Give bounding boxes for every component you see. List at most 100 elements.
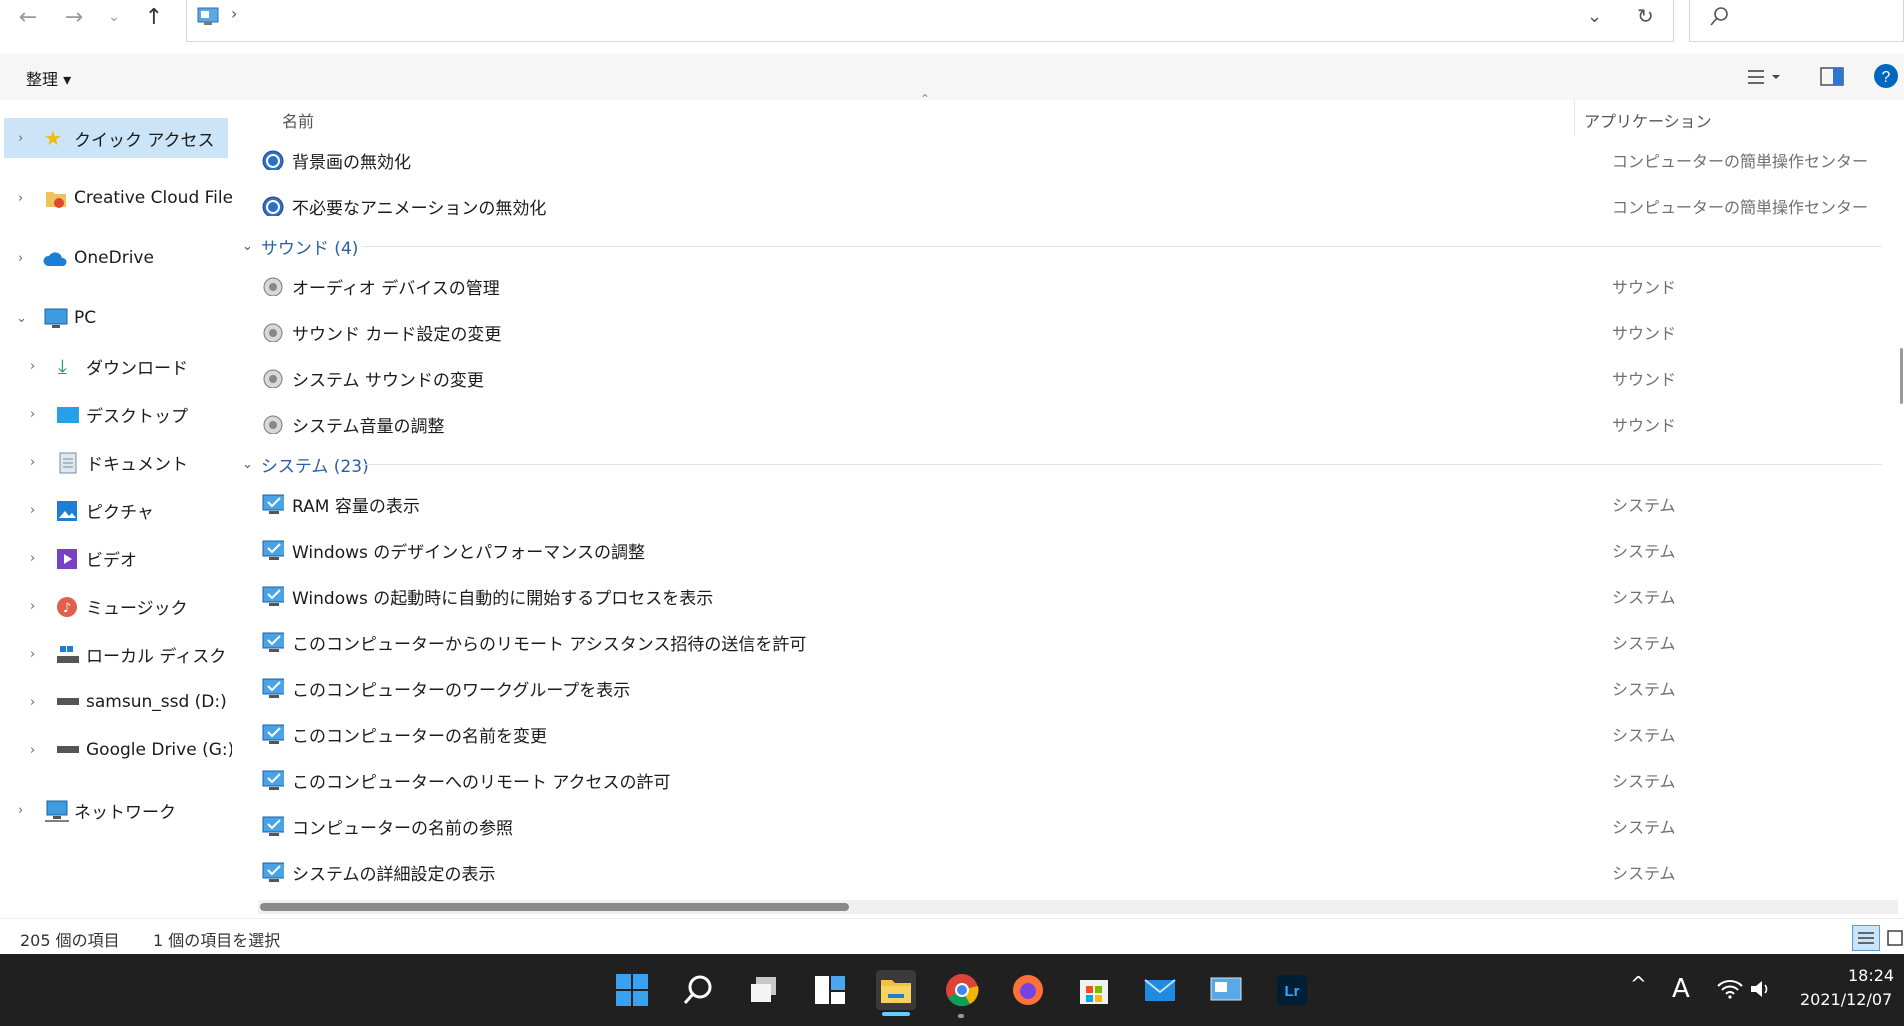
list-item[interactable]: サウンド カード設定の変更 サウンド [260,312,1890,352]
organize-menu-button[interactable]: 整理 ▾ [26,66,71,90]
list-item[interactable]: コンピューターの名前の参照 システム [260,806,1890,846]
star-icon: ★ [44,126,62,150]
nav-item-pc[interactable]: ⌄ PC [0,298,228,338]
nav-item-desktop[interactable]: › デスクトップ [0,394,228,434]
lightroom-button[interactable]: Lr [1272,970,1312,1010]
chevron-right-icon[interactable]: › [18,251,23,266]
nav-item-network[interactable]: › ネットワーク [0,790,228,830]
document-icon [59,452,77,474]
refresh-icon[interactable]: ↻ [1637,4,1654,28]
column-divider[interactable] [1574,100,1575,136]
nav-item-google-drive[interactable]: › Google Drive (G:) [0,730,234,770]
chevron-right-icon[interactable]: › [30,359,35,374]
address-field[interactable]: › ⌄ ↻ [186,0,1674,42]
system-monitor-icon [262,862,284,882]
large-icons-view-icon[interactable] [1886,927,1904,949]
list-item[interactable]: Windows のデザインとパフォーマンスの調整 システム [260,530,1890,570]
list-item[interactable]: 不必要なアニメーションの無効化 コンピューターの簡単操作センター [260,186,1890,226]
task-view-button[interactable] [744,970,784,1010]
chevron-right-icon[interactable]: › [30,647,35,662]
list-item[interactable]: システム音量の調整 サウンド [260,404,1890,444]
ease-of-access-icon [262,150,284,170]
wifi-icon[interactable] [1716,978,1744,1000]
column-header-application[interactable]: アプリケーション [1584,108,1712,132]
nav-item-music[interactable]: › ♪ ミュージック [0,586,228,626]
item-application: システム [1612,818,1676,837]
mail-button[interactable] [1140,970,1180,1010]
nav-item-label: Creative Cloud Files [74,188,242,208]
preview-pane-icon[interactable] [1820,66,1844,88]
item-name: サウンド カード設定の変更 [292,324,502,345]
chevron-down-icon[interactable]: ⌄ [16,311,27,326]
system-monitor-icon [262,586,284,606]
chevron-right-icon[interactable]: › [30,695,35,710]
item-name: システムの詳細設定の表示 [292,864,496,885]
column-header-name[interactable]: 名前 [282,108,314,132]
group-header-sound[interactable]: ⌄ サウンド (4) [242,232,358,260]
clock-time[interactable]: 18:24 [1848,966,1894,985]
list-item[interactable]: Windows の起動時に自動的に開始するプロセスを表示 システム [260,576,1890,616]
chevron-right-icon[interactable]: › [30,455,35,470]
chevron-right-icon[interactable]: › [18,131,23,146]
details-view-icon[interactable] [1852,925,1880,951]
chevron-right-icon[interactable]: › [30,599,35,614]
breadcrumb-separator-icon[interactable]: › [231,4,237,23]
widgets-button[interactable] [810,970,850,1010]
search-taskbar-button[interactable] [678,970,718,1010]
nav-item-videos[interactable]: › ビデオ [0,538,228,578]
search-box[interactable] [1689,0,1904,42]
system-monitor-icon [262,816,284,836]
list-item[interactable]: RAM 容量の表示 システム [260,484,1890,524]
list-item[interactable]: このコンピューターからのリモート アシスタンス招待の送信を許可 システム [260,622,1890,662]
chevron-down-icon[interactable]: ⌄ [242,457,253,472]
ime-indicator[interactable]: A [1672,974,1690,1004]
item-application: サウンド [1612,278,1677,297]
chevron-right-icon[interactable]: › [18,191,23,206]
chevron-right-icon[interactable]: › [18,803,23,818]
list-item[interactable]: システム サウンドの変更 サウンド [260,358,1890,398]
chevron-right-icon[interactable]: › [30,407,35,422]
nav-item-samsung-ssd[interactable]: › samsun_ssd (D:) [0,682,228,722]
recent-locations-chevron-icon[interactable]: ⌄ [96,0,132,34]
list-item[interactable]: オーディオ デバイスの管理 サウンド [260,266,1890,306]
chevron-right-icon[interactable]: › [30,743,35,758]
chevron-right-icon[interactable]: › [30,551,35,566]
list-item[interactable]: このコンピューターへのリモート アクセスの許可 システム [260,760,1890,800]
list-item[interactable]: 背景画の無効化 コンピューターの簡単操作センター [260,140,1890,180]
nav-item-downloads[interactable]: › ⤓ ダウンロード [0,346,228,386]
view-options-icon[interactable] [1746,66,1780,88]
chevron-right-icon[interactable]: › [30,503,35,518]
system-monitor-icon [262,678,284,698]
clock-date[interactable]: 2021/12/07 [1800,990,1892,1009]
firefox-button[interactable] [1008,970,1048,1010]
nav-item-quick-access[interactable]: › ★ クイック アクセス [0,118,228,158]
control-panel-button[interactable] [1206,970,1246,1010]
up-arrow-icon[interactable]: ↑ [136,0,172,34]
group-header-system[interactable]: ⌄ システム (23) [242,450,369,478]
chevron-down-icon[interactable]: ⌄ [242,239,253,254]
show-hidden-icons-chevron-icon[interactable]: ^ [1630,972,1647,996]
start-button[interactable] [612,970,652,1010]
list-item[interactable]: このコンピューターのワークグループを表示 システム [260,668,1890,708]
nav-item-documents[interactable]: › ドキュメント [0,442,228,482]
nav-item-creative-cloud[interactable]: › Creative Cloud Files [0,178,242,218]
store-button[interactable] [1074,970,1114,1010]
forward-arrow-icon[interactable]: → [56,0,92,34]
taskbar: Lr ^ A 18:24 2021/12/07 [0,954,1904,1026]
nav-item-local-disk[interactable]: › ローカル ディスク (C:) [0,634,262,674]
volume-icon[interactable] [1748,978,1776,1000]
chrome-button[interactable] [942,970,982,1010]
pictures-icon [57,501,77,521]
vertical-scrollbar-thumb[interactable] [1900,348,1903,404]
help-icon[interactable]: ? [1872,62,1900,90]
list-item[interactable]: システムの詳細設定の表示 システム [260,852,1890,892]
item-name: システム サウンドの変更 [292,370,484,391]
nav-item-pictures[interactable]: › ピクチャ [0,490,228,530]
list-item[interactable]: このコンピューターの名前を変更 システム [260,714,1890,754]
horizontal-scrollbar[interactable] [258,900,1898,914]
back-arrow-icon[interactable]: ← [10,0,46,34]
file-explorer-button[interactable] [876,970,916,1010]
nav-item-onedrive[interactable]: › OneDrive [0,238,228,278]
horizontal-scrollbar-thumb[interactable] [260,903,849,911]
address-dropdown-icon[interactable]: ⌄ [1587,6,1602,27]
